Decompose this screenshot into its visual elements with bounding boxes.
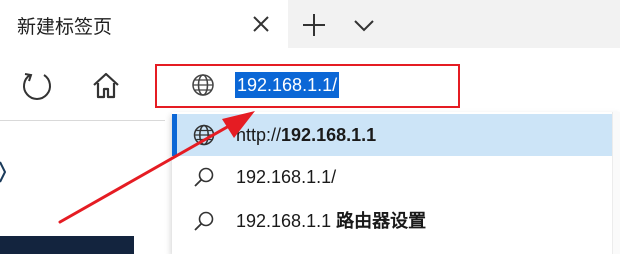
suggestion-label: 192.168.1.1 路由器设置 <box>236 209 426 233</box>
suggestion-label: http://192.168.1.1 <box>236 123 376 147</box>
tab-strip: 新建标签页 <box>0 0 620 48</box>
tab-new-tab[interactable]: 新建标签页 <box>0 0 288 48</box>
search-icon <box>194 167 214 187</box>
suggestion-item[interactable]: http://192.168.1.1 <box>172 114 612 156</box>
tab-title: 新建标签页 <box>17 17 113 38</box>
page-edge-mark <box>0 161 6 183</box>
selection-accent <box>172 114 177 156</box>
suggestion-prefix: http:// <box>236 125 282 145</box>
chevron-down-icon[interactable] <box>350 12 378 38</box>
suggestion-item[interactable]: 192.168.1.1 路由器设置 <box>172 200 612 242</box>
refresh-icon[interactable] <box>18 67 56 105</box>
globe-icon <box>193 124 215 146</box>
page-dark-banner <box>0 236 134 254</box>
annotation-highlight-box <box>155 64 460 108</box>
dropdown-scroll-edge <box>612 112 620 254</box>
plus-icon[interactable] <box>300 11 328 39</box>
close-icon[interactable] <box>248 11 274 37</box>
suggestion-prefix: 192.168.1.1 <box>236 211 337 231</box>
home-icon[interactable] <box>88 68 124 104</box>
suggestion-label: 192.168.1.1/ <box>236 165 336 189</box>
suggestion-match: 路由器设置 <box>336 211 427 231</box>
suggestion-item[interactable]: 192.168.1.1/ <box>172 156 612 198</box>
suggestion-match: 192.168.1.1 <box>281 125 377 145</box>
suggestion-prefix: 192.168.1.1/ <box>236 167 337 187</box>
search-icon <box>194 211 214 231</box>
page-divider <box>0 120 165 121</box>
